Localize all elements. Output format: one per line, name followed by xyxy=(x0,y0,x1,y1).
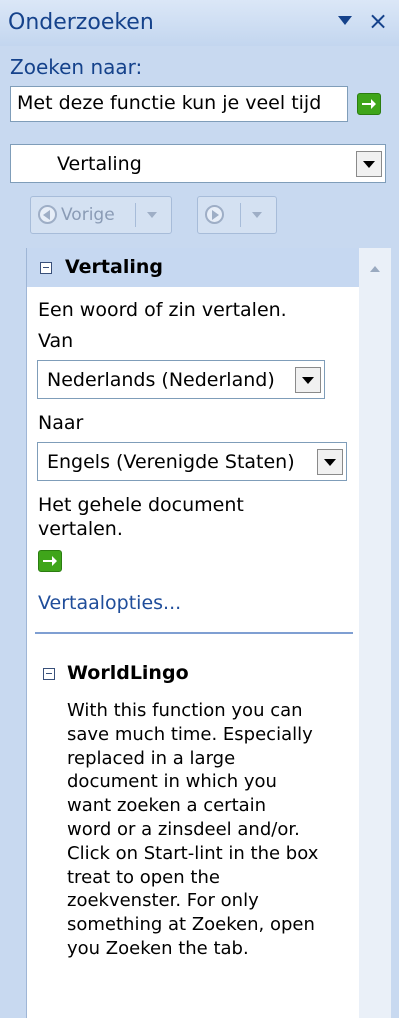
forward-dropdown-icon[interactable] xyxy=(252,212,262,218)
document-text-line2: vertalen. xyxy=(38,518,123,540)
from-language-value: Nederlands (Nederland) xyxy=(47,369,275,391)
service-select-value: Vertaling xyxy=(57,153,142,175)
search-go-button[interactable] xyxy=(357,93,381,115)
description-line: treat to open the xyxy=(67,866,220,888)
description-line: save much time. Especially xyxy=(67,723,313,745)
chevron-down-icon[interactable] xyxy=(356,150,382,177)
from-label: Van xyxy=(38,330,74,352)
worldlingo-heading: WorldLingo xyxy=(67,662,189,684)
to-language-value: Engels (Verenigde Staten) xyxy=(47,451,295,473)
description-line: want zoeken a certain xyxy=(67,795,267,817)
description-line: With this function you can xyxy=(67,700,303,721)
forward-button[interactable] xyxy=(197,196,277,234)
collapse-icon[interactable] xyxy=(43,668,55,680)
chevron-down-icon[interactable] xyxy=(317,448,343,475)
back-button[interactable]: Vorige xyxy=(30,196,172,234)
document-text-line1: Het gehele document xyxy=(38,494,244,516)
description-line: something at Zoeken, open xyxy=(67,914,315,936)
forward-button-separator xyxy=(240,203,241,227)
scroll-up-icon[interactable] xyxy=(370,266,380,272)
results-scrollbar[interactable] xyxy=(359,248,391,1018)
back-dropdown-icon[interactable] xyxy=(147,212,157,218)
close-icon[interactable]: × xyxy=(368,8,388,34)
go-arrow-icon xyxy=(362,99,376,109)
description-line: replaced in a large xyxy=(67,747,236,769)
to-language-select[interactable]: Engels (Verenigde Staten) xyxy=(37,442,347,481)
back-button-separator xyxy=(135,203,136,227)
results-panel: Vertaling Een woord of zin vertalen. Van… xyxy=(26,248,391,1018)
section-divider xyxy=(35,632,353,634)
translation-options-link[interactable]: Vertaalopties... xyxy=(38,592,181,614)
description-line: word or a zinsdeel and/or. xyxy=(67,818,300,840)
back-button-label: Vorige xyxy=(61,205,115,225)
chevron-down-icon[interactable] xyxy=(295,366,321,393)
translate-document-button[interactable] xyxy=(38,550,62,572)
forward-arrow-icon xyxy=(205,205,224,224)
translation-heading: Vertaling xyxy=(65,256,163,278)
pane-title: Onderzoeken xyxy=(8,10,154,35)
search-label: Zoeken naar: xyxy=(10,55,143,79)
back-arrow-icon xyxy=(38,205,57,224)
research-pane: Onderzoeken × Zoeken naar: Met deze func… xyxy=(0,0,399,1018)
service-select[interactable]: Vertaling xyxy=(10,144,386,183)
go-arrow-icon xyxy=(43,556,57,566)
translation-description: Een woord of zin vertalen. xyxy=(38,299,287,321)
search-input[interactable]: Met deze functie kun je veel tijd xyxy=(10,86,348,122)
description-line: zoekvenster. For only xyxy=(67,890,259,912)
pane-menu-arrow-icon[interactable] xyxy=(338,16,352,25)
description-line: document in which you xyxy=(67,771,277,793)
to-label: Naar xyxy=(38,412,84,434)
collapse-icon[interactable] xyxy=(40,262,52,274)
description-line: Click on Start-lint in the box xyxy=(67,842,319,864)
worldlingo-description: With this function you can save much tim… xyxy=(67,699,339,961)
description-line: you Zoeken the tab. xyxy=(67,937,249,959)
pane-title-bar: Onderzoeken × xyxy=(0,0,399,46)
translation-section-header[interactable]: Vertaling xyxy=(27,248,359,287)
from-language-select[interactable]: Nederlands (Nederland) xyxy=(37,360,325,399)
